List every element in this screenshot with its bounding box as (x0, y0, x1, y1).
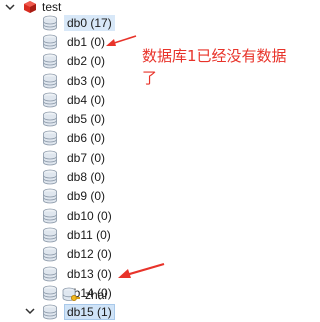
database-icon (42, 285, 58, 301)
database-icon (42, 208, 58, 224)
database-item[interactable]: db2 (0) (42, 52, 115, 71)
database-label: db0 (17) (64, 14, 115, 31)
database-label: db5 (0) (67, 112, 106, 127)
key-item[interactable]: zhai (62, 286, 107, 304)
database-icon (42, 53, 58, 69)
database-item[interactable]: db0 (17) (42, 13, 115, 32)
database-icon (42, 92, 58, 108)
key-label: zhai (85, 288, 108, 302)
key-icon (62, 287, 80, 303)
annotation-arrow-db15 (118, 262, 165, 278)
annotation-arrow-db1 (106, 35, 137, 46)
database-item[interactable]: db3 (0) (42, 71, 115, 90)
database-icon (42, 169, 58, 185)
database-icon (42, 246, 58, 262)
database-label: db1 (0) (67, 34, 106, 49)
database-icon (42, 227, 58, 243)
database-item[interactable]: db11 (0) (42, 225, 115, 244)
database-label: db6 (0) (67, 131, 106, 146)
database-label: db10 (0) (67, 208, 112, 223)
database-item[interactable]: db15 (1) (25, 302, 115, 321)
database-label: db3 (0) (67, 73, 106, 88)
database-label: db2 (0) (67, 54, 106, 69)
database-item[interactable]: db10 (0) (42, 206, 115, 225)
database-icon (42, 130, 58, 146)
database-icon (42, 266, 58, 282)
database-icon (42, 15, 58, 31)
database-item[interactable]: db12 (0) (42, 245, 115, 264)
database-icon (42, 34, 58, 50)
database-label: db15 (1) (64, 304, 115, 321)
database-item[interactable]: db7 (0) (42, 148, 115, 167)
database-label: db7 (0) (67, 150, 106, 165)
database-label: db4 (0) (67, 92, 106, 107)
database-item[interactable]: db4 (0) (42, 90, 115, 109)
database-label: db11 (0) (67, 227, 111, 242)
database-item[interactable]: db8 (0) (42, 167, 115, 186)
annotation-note: 数据库1已经没有数据了 (142, 47, 287, 87)
database-icon (42, 304, 58, 320)
connection-label: test (42, 0, 62, 14)
database-icon (42, 73, 58, 89)
chevron-down-icon[interactable] (4, 0, 16, 14)
database-label: db8 (0) (67, 170, 106, 185)
connection-node[interactable]: test (4, 0, 61, 14)
database-item[interactable]: db13 (0) (42, 264, 115, 283)
database-icon (42, 111, 58, 127)
database-label: db9 (0) (67, 189, 106, 204)
redis-cube-icon (24, 1, 36, 13)
database-item[interactable]: db9 (0) (42, 187, 115, 206)
database-icon (42, 150, 58, 166)
database-label: db13 (0) (67, 266, 112, 281)
database-label: db12 (0) (67, 247, 112, 262)
database-icon (42, 188, 58, 204)
database-item[interactable]: db5 (0) (42, 109, 115, 128)
database-item[interactable]: db6 (0) (42, 129, 115, 148)
database-tree: db0 (17) db1 (0) db2 (0) db3 (0) db4 (0)… (25, 13, 115, 322)
